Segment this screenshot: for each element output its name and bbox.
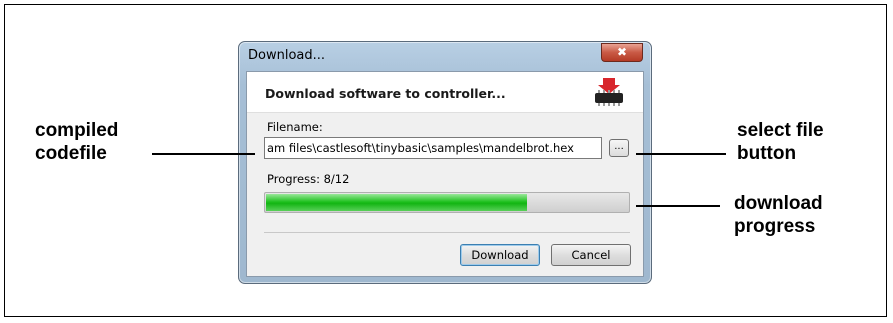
annotation-select-file-button: select file button: [737, 120, 824, 164]
dialog-client-area: Download software to controller... Filen…: [246, 71, 644, 277]
filename-value: am files\castlesoft\tinybasic\samples\ma…: [267, 141, 574, 155]
annotation-line-codefile: [152, 153, 255, 155]
download-dialog: Download... ✖ Download software to contr…: [238, 41, 652, 284]
progress-bar: [264, 192, 630, 213]
dialog-header: Download software to controller...: [247, 72, 643, 113]
annotation-line-select-file: [636, 153, 726, 155]
close-button[interactable]: ✖: [601, 43, 643, 62]
progress-bar-fill: [266, 194, 527, 211]
browse-file-button[interactable]: ...: [609, 139, 629, 157]
filename-label-text: Filename:: [267, 120, 323, 134]
download-button[interactable]: Download: [460, 244, 540, 266]
annotation-compiled-codefile: compiled codefile: [35, 120, 119, 164]
cancel-button[interactable]: Cancel: [551, 244, 631, 266]
filename-input[interactable]: am files\castlesoft\tinybasic\samples\ma…: [264, 137, 602, 159]
progress-label: Progress: 8/12: [267, 172, 350, 186]
filename-label: Filename:: [267, 120, 323, 134]
divider: [264, 232, 630, 233]
dialog-title: Download...: [248, 48, 326, 63]
dialog-header-text: Download software to controller...: [265, 86, 506, 101]
annotation-line-progress: [636, 205, 720, 207]
annotation-download-progress: download progress: [734, 193, 823, 237]
chip-download-icon: [595, 78, 623, 106]
